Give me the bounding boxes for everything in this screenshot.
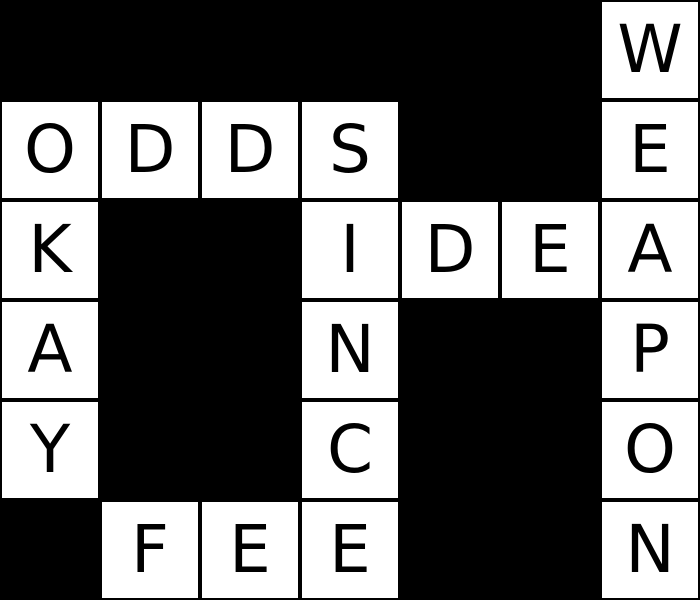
blocked-square xyxy=(100,0,200,100)
blocked-square xyxy=(400,0,500,100)
blocked-square xyxy=(200,200,300,300)
blocked-square xyxy=(500,500,600,600)
letter-square[interactable]: S xyxy=(300,100,400,200)
letter-square[interactable]: A xyxy=(0,300,100,400)
blocked-square xyxy=(100,200,200,300)
letter-square[interactable]: F xyxy=(100,500,200,600)
blocked-square xyxy=(200,0,300,100)
letter-square[interactable]: Y xyxy=(0,400,100,500)
blocked-square xyxy=(0,500,100,600)
letter-square[interactable]: N xyxy=(600,500,700,600)
letter-square[interactable]: A xyxy=(600,200,700,300)
blocked-square xyxy=(300,0,400,100)
blocked-square xyxy=(400,500,500,600)
letter-square[interactable]: D xyxy=(200,100,300,200)
blocked-square xyxy=(200,400,300,500)
blocked-square xyxy=(400,300,500,400)
letter-square[interactable]: O xyxy=(0,100,100,200)
letter-square[interactable]: D xyxy=(100,100,200,200)
blocked-square xyxy=(500,100,600,200)
letter-square[interactable]: K xyxy=(0,200,100,300)
letter-square[interactable]: D xyxy=(400,200,500,300)
letter-square[interactable]: C xyxy=(300,400,400,500)
blocked-square xyxy=(0,0,100,100)
blocked-square xyxy=(100,400,200,500)
letter-square[interactable]: E xyxy=(300,500,400,600)
letter-square[interactable]: I xyxy=(300,200,400,300)
letter-square[interactable]: E xyxy=(200,500,300,600)
letter-square[interactable]: P xyxy=(600,300,700,400)
letter-square[interactable]: W xyxy=(600,0,700,100)
blocked-square xyxy=(500,400,600,500)
blocked-square xyxy=(100,300,200,400)
letter-square[interactable]: O xyxy=(600,400,700,500)
crossword-grid: WODDSEKIDEAANPYCOFEEN xyxy=(0,0,700,600)
blocked-square xyxy=(400,100,500,200)
blocked-square xyxy=(200,300,300,400)
letter-square[interactable]: N xyxy=(300,300,400,400)
blocked-square xyxy=(500,0,600,100)
letter-square[interactable]: E xyxy=(600,100,700,200)
letter-square[interactable]: E xyxy=(500,200,600,300)
blocked-square xyxy=(500,300,600,400)
blocked-square xyxy=(400,400,500,500)
